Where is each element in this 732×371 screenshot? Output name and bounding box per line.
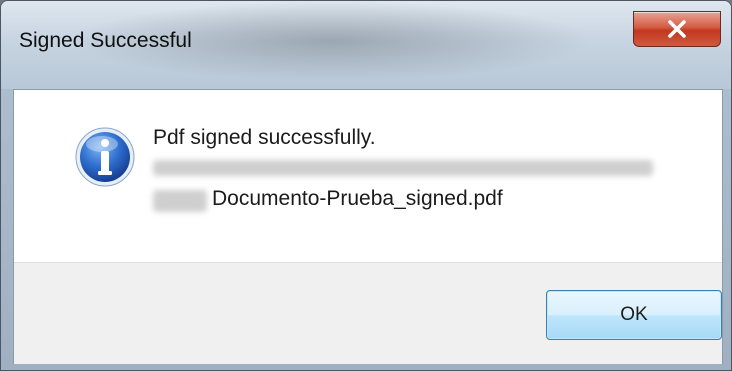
- close-icon: [668, 20, 686, 38]
- redacted-path: [153, 160, 653, 176]
- info-icon: [75, 127, 135, 187]
- message-text: Pdf signed successfully.: [153, 126, 376, 149]
- close-button[interactable]: [633, 11, 721, 47]
- dialog-client-area: Pdf signed successfully. Documento-Prueb…: [13, 89, 723, 364]
- message-area: Pdf signed successfully. Documento-Prueb…: [14, 90, 722, 262]
- title-bar[interactable]: Signed Successful: [1, 1, 731, 89]
- dialog-title: Signed Successful: [19, 29, 192, 52]
- signed-filename: Documento-Prueba_signed.pdf: [212, 187, 503, 210]
- dialog-window: Signed Successful Pdf signed successfull…: [0, 0, 732, 371]
- button-bar: OK: [14, 262, 722, 364]
- ok-button[interactable]: OK: [546, 290, 722, 340]
- redacted-path-prefix: [153, 190, 207, 212]
